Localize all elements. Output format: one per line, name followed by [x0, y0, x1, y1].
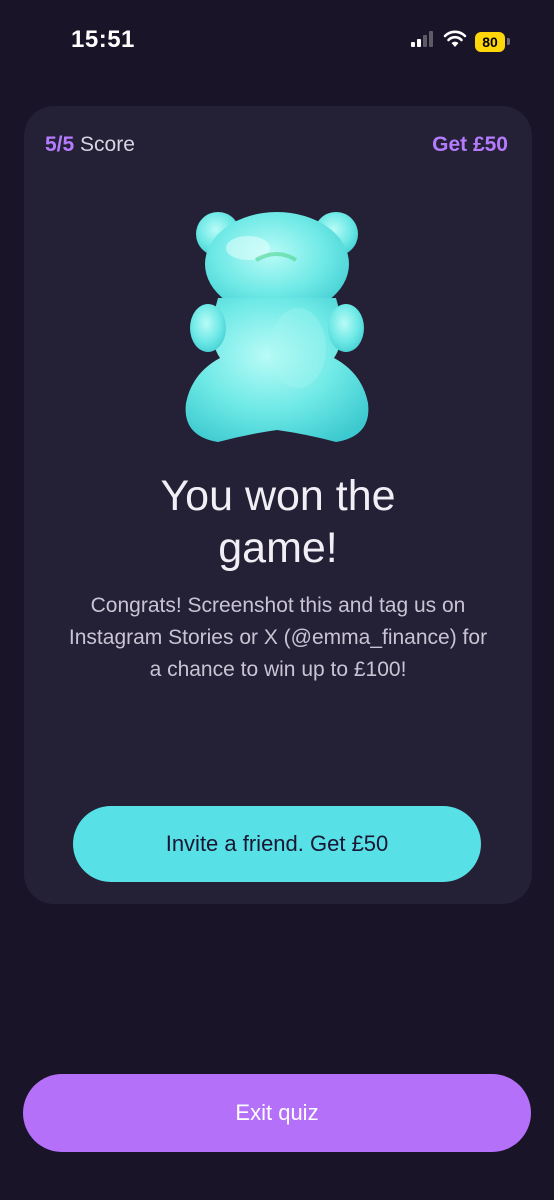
get-reward-link[interactable]: Get £50	[432, 133, 508, 157]
result-headline: You won the game!	[24, 470, 532, 574]
battery-level: 80	[475, 31, 505, 52]
battery-icon: 80	[475, 31, 510, 52]
signal-icon	[411, 31, 435, 52]
wifi-icon	[443, 30, 467, 53]
battery-tip	[507, 38, 510, 45]
gummy-bear-icon	[178, 198, 378, 458]
score-label: Score	[80, 133, 135, 156]
exit-quiz-button[interactable]: Exit quiz	[23, 1074, 531, 1152]
status-icons: 80	[411, 30, 510, 53]
score-value: 5/5	[45, 133, 75, 156]
score: 5/5 Score	[45, 133, 135, 157]
headline-line-2: game!	[218, 524, 338, 572]
result-card: 5/5 Score Get £50 You won the game! Cong…	[24, 106, 532, 904]
congrats-message: Congrats! Screenshot this and tag us on …	[68, 594, 488, 681]
invite-friend-button[interactable]: Invite a friend. Get £50	[73, 806, 481, 882]
status-bar: 15:51 80	[0, 0, 554, 84]
headline-line-1: You won the	[160, 472, 396, 520]
status-time: 15:51	[71, 26, 135, 53]
